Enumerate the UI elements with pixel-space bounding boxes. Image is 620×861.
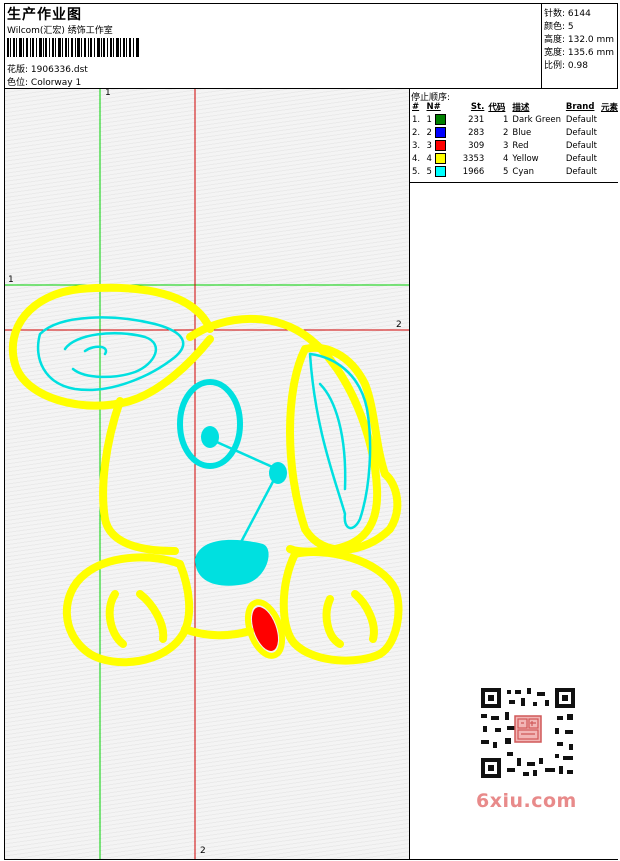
stat-colors: 颜色: 5 bbox=[544, 22, 574, 32]
row-index: 3. bbox=[412, 140, 421, 151]
row-index: 4. bbox=[412, 153, 421, 164]
table-row: 1. 1 231 1 Dark Green Default bbox=[410, 113, 620, 126]
table-row: 3. 3 309 3 Red Default bbox=[410, 139, 620, 152]
color-swatch bbox=[434, 153, 446, 164]
row-description: Yellow bbox=[512, 153, 539, 164]
row-element bbox=[599, 113, 620, 126]
row-index: 1. bbox=[412, 114, 421, 125]
row-stitches: 3353 bbox=[462, 153, 485, 164]
cyan-fills bbox=[195, 426, 287, 586]
guide-label-right-h: 2 bbox=[396, 320, 402, 330]
row-stitches: 309 bbox=[468, 140, 485, 151]
stat-width: 宽度: 135.6 mm bbox=[544, 48, 615, 58]
row-stitches: 231 bbox=[468, 114, 485, 125]
table-header-row: # N# St. 代码 描述 Brand 元素 bbox=[410, 100, 620, 113]
barcode bbox=[7, 38, 139, 57]
qr-code-graphic bbox=[471, 682, 583, 782]
color-sequence-table: # N# St. 代码 描述 Brand 元素 1. 1 231 1 Dark Gre… bbox=[410, 100, 620, 178]
color-swatch bbox=[434, 140, 446, 151]
row-code: 5 bbox=[503, 166, 509, 177]
row-element bbox=[599, 139, 620, 152]
row-description: Dark Green bbox=[512, 114, 562, 125]
design-file-line: 花版: 1906336.dst bbox=[7, 62, 88, 75]
row-needle: 3 bbox=[425, 139, 452, 152]
row-description: Red bbox=[512, 140, 529, 151]
row-needle: 2 bbox=[425, 126, 452, 139]
table-row: 2. 2 283 2 Blue Default bbox=[410, 126, 620, 139]
row-code: 1 bbox=[503, 114, 509, 125]
studio-name: Wilcom(汇宏) 绣饰工作室 bbox=[7, 26, 113, 36]
page-title: 生产作业图 bbox=[7, 7, 82, 23]
stat-height: 高度: 132.0 mm bbox=[544, 35, 615, 45]
design-label: 花版: bbox=[7, 65, 29, 75]
watermark-logo: 6xiu.com bbox=[476, 790, 577, 812]
col-element: 元素 bbox=[600, 102, 618, 113]
colorway-line: 色位: Colorway 1 bbox=[7, 75, 81, 88]
guide-label-left-h: 1 bbox=[8, 275, 14, 285]
color-swatch bbox=[434, 166, 446, 177]
row-description: Cyan bbox=[512, 166, 534, 177]
row-index: 5. bbox=[412, 166, 421, 177]
color-swatch bbox=[434, 114, 446, 125]
row-index: 2. bbox=[412, 127, 421, 138]
row-code: 3 bbox=[503, 140, 509, 151]
colorway-label: 色位: bbox=[7, 78, 29, 88]
row-code: 4 bbox=[503, 153, 509, 164]
col-brand: Brand bbox=[565, 101, 595, 112]
design-preview: 1 1 2 2 bbox=[5, 89, 409, 859]
row-needle-number: 3 bbox=[426, 141, 432, 151]
row-code: 2 bbox=[503, 127, 509, 138]
row-element bbox=[599, 152, 620, 165]
row-element bbox=[599, 165, 620, 178]
row-stitches: 283 bbox=[468, 127, 485, 138]
row-needle-number: 2 bbox=[426, 128, 432, 138]
row-description: Blue bbox=[512, 127, 532, 138]
col-code: 代码 bbox=[488, 102, 506, 113]
row-brand: Default bbox=[565, 153, 597, 164]
guide-label-bottom-v: 2 bbox=[200, 846, 206, 856]
stat-stitches: 针数: 6144 bbox=[544, 9, 591, 19]
col-stitches: St. bbox=[470, 101, 485, 112]
row-needle: 1 bbox=[425, 113, 452, 126]
stat-scale: 比例: 0.98 bbox=[544, 61, 588, 71]
row-needle: 5 bbox=[425, 165, 452, 178]
row-brand: Default bbox=[565, 127, 597, 138]
col-description: 描述 bbox=[512, 102, 530, 113]
row-element bbox=[599, 126, 620, 139]
row-needle: 4 bbox=[425, 152, 452, 165]
col-index: # bbox=[412, 101, 420, 112]
col-needle: N# bbox=[426, 101, 441, 112]
row-brand: Default bbox=[565, 140, 597, 151]
row-brand: Default bbox=[565, 166, 597, 177]
design-value: 1906336.dst bbox=[30, 65, 88, 75]
row-brand: Default bbox=[565, 114, 597, 125]
table-row: 5. 5 1966 5 Cyan Default bbox=[410, 165, 620, 178]
guide-label-top-v: 1 bbox=[105, 89, 111, 98]
table-row: 4. 4 3353 4 Yellow Default bbox=[410, 152, 620, 165]
embroidery-artwork bbox=[5, 89, 409, 859]
qr-code bbox=[471, 682, 583, 782]
row-needle-number: 5 bbox=[426, 167, 432, 177]
color-swatch bbox=[434, 127, 446, 138]
row-needle-number: 1 bbox=[426, 115, 432, 125]
colorway-value: Colorway 1 bbox=[30, 78, 82, 88]
row-needle-number: 4 bbox=[426, 154, 432, 164]
row-stitches: 1966 bbox=[462, 166, 485, 177]
